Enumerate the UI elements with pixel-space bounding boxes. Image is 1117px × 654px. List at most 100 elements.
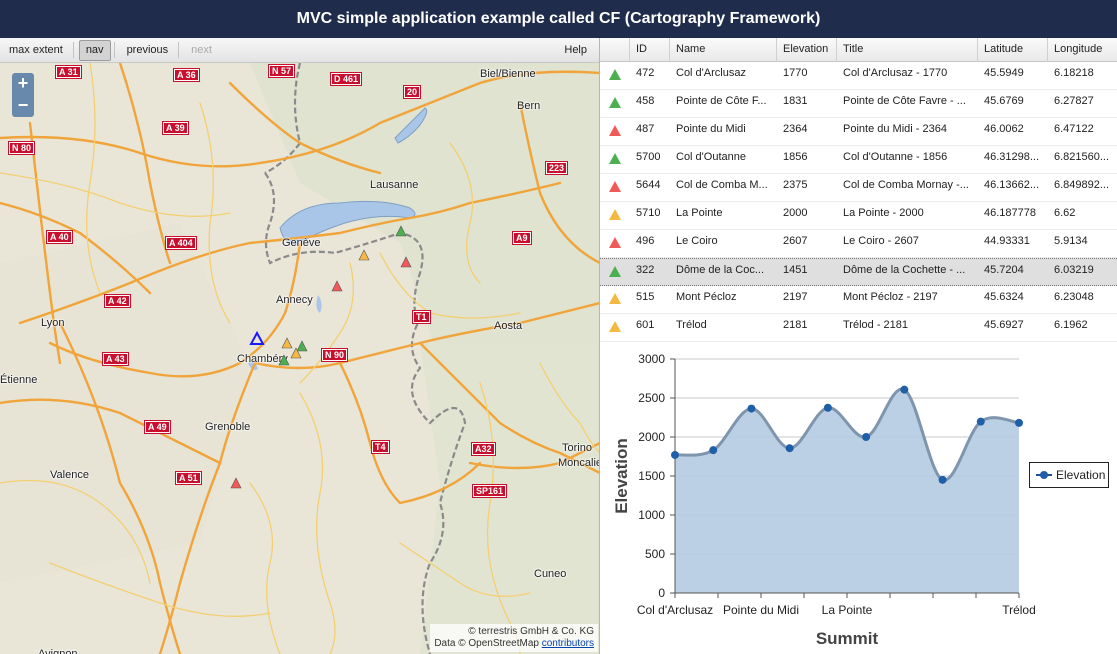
cell-elevation: 2607 bbox=[783, 235, 808, 247]
cell-title: Trélod - 2181 bbox=[843, 319, 909, 331]
cell-id: 472 bbox=[636, 67, 655, 79]
app-title: MVC simple application example called CF… bbox=[296, 10, 821, 27]
elevation-point[interactable] bbox=[938, 475, 947, 484]
grid-header-id[interactable]: ID bbox=[630, 38, 670, 62]
selected-summit-marker-icon[interactable] bbox=[249, 330, 265, 345]
y-tick-label: 2000 bbox=[638, 430, 665, 444]
cell-elevation: 1770 bbox=[783, 67, 808, 79]
summit-marker-icon[interactable] bbox=[230, 477, 242, 489]
grid-header-name[interactable]: Name bbox=[670, 38, 777, 62]
map-canvas[interactable]: Biel/Bienne Bern Lausanne Genève Annecy Lyon C… bbox=[0, 63, 599, 654]
elevation-point[interactable] bbox=[671, 450, 679, 459]
cell-latitude: 45.5949 bbox=[984, 67, 1024, 79]
table-row[interactable]: 496 Le Coiro 2607 Le Coiro - 2607 44.93331 5.… bbox=[600, 230, 1117, 258]
elevation-point[interactable] bbox=[747, 404, 756, 413]
nav-button[interactable]: nav bbox=[78, 39, 111, 61]
cell-id: 487 bbox=[636, 123, 655, 135]
y-axis-title: Elevation bbox=[612, 438, 631, 514]
cell-name: Le Coiro bbox=[676, 235, 718, 247]
chart-legend[interactable]: Elevation bbox=[1029, 462, 1109, 488]
cell-title: Col d'Outanne - 1856 bbox=[843, 151, 948, 163]
grid-header-elevation[interactable]: Elevation bbox=[777, 38, 837, 62]
summit-markers-layer bbox=[230, 225, 412, 489]
elevation-point[interactable] bbox=[976, 417, 985, 426]
row-icon-cell bbox=[600, 230, 630, 257]
cell-title: Pointe de Côte Favre - ... bbox=[843, 95, 966, 107]
cell-latitude: 46.31298... bbox=[984, 151, 1040, 163]
summit-triangle-icon bbox=[609, 293, 621, 304]
map-panel: max extent nav previous next Help Biel/B… bbox=[0, 38, 600, 654]
cell-name: Col d'Outanne bbox=[676, 151, 746, 163]
row-icon-cell bbox=[600, 62, 630, 89]
grid-header-title[interactable]: Title bbox=[837, 38, 978, 62]
cell-longitude: 6.23048 bbox=[1054, 291, 1094, 303]
summit-grid: ID Name Elevation Title Latitude Longitu… bbox=[600, 38, 1117, 342]
y-tick-label: 0 bbox=[658, 586, 665, 600]
elevation-point[interactable] bbox=[785, 444, 794, 453]
x-axis-title: Summit bbox=[816, 629, 879, 648]
cell-elevation: 1831 bbox=[783, 95, 808, 107]
help-button[interactable]: Help bbox=[557, 40, 594, 61]
table-row[interactable]: 5644 Col de Comba M... 2375 Col de Comba Mo… bbox=[600, 174, 1117, 202]
summit-marker-icon[interactable] bbox=[278, 354, 290, 366]
row-icon-cell bbox=[600, 314, 630, 341]
table-row[interactable]: 601 Trélod 2181 Trélod - 2181 45.6927 6.1962 bbox=[600, 314, 1117, 342]
elevation-point[interactable] bbox=[709, 446, 718, 455]
cell-id: 496 bbox=[636, 235, 655, 247]
summit-marker-icon[interactable] bbox=[296, 340, 308, 352]
cell-elevation: 2364 bbox=[783, 123, 808, 135]
table-row[interactable]: 5710 La Pointe 2000 La Pointe - 2000 46.1877… bbox=[600, 202, 1117, 230]
cell-longitude: 5.9134 bbox=[1054, 235, 1088, 247]
summit-marker-icon[interactable] bbox=[395, 225, 407, 237]
cell-longitude: 6.18218 bbox=[1054, 67, 1094, 79]
cell-longitude: 6.821560... bbox=[1054, 151, 1110, 163]
grid-header-longitude[interactable]: Longitude bbox=[1048, 38, 1117, 62]
summit-marker-icon[interactable] bbox=[331, 280, 343, 292]
elevation-point[interactable] bbox=[862, 433, 871, 441]
cell-latitude: 45.6324 bbox=[984, 291, 1024, 303]
elevation-point[interactable] bbox=[823, 403, 832, 412]
grid-header-latitude[interactable]: Latitude bbox=[978, 38, 1048, 62]
cell-id: 5644 bbox=[636, 179, 661, 191]
zoom-in-button[interactable]: + bbox=[12, 73, 34, 95]
toolbar-separator bbox=[113, 42, 115, 58]
cell-id: 5710 bbox=[636, 207, 661, 219]
cell-name: Mont Pécloz bbox=[676, 291, 737, 303]
summit-triangle-icon bbox=[609, 69, 621, 80]
legend-series-swatch bbox=[1036, 470, 1052, 480]
table-row[interactable]: 5700 Col d'Outanne 1856 Col d'Outanne - 185… bbox=[600, 146, 1117, 174]
row-icon-cell bbox=[600, 286, 630, 313]
attribution-contributors-link[interactable]: contributors bbox=[542, 638, 594, 649]
summit-marker-icon[interactable] bbox=[400, 256, 412, 268]
cell-longitude: 6.03219 bbox=[1054, 264, 1094, 276]
summit-triangle-icon bbox=[609, 321, 621, 332]
elevation-point[interactable] bbox=[1015, 418, 1023, 427]
cell-latitude: 45.6927 bbox=[984, 319, 1024, 331]
cell-elevation: 2181 bbox=[783, 319, 808, 331]
cell-title: Mont Pécloz - 2197 bbox=[843, 291, 938, 303]
cell-longitude: 6.849892... bbox=[1054, 179, 1110, 191]
summit-marker-icon[interactable] bbox=[358, 249, 370, 261]
summit-triangle-icon bbox=[609, 125, 621, 136]
grid-header-icon[interactable] bbox=[600, 38, 630, 62]
zoom-out-button[interactable]: − bbox=[12, 95, 34, 117]
cell-latitude: 44.93331 bbox=[984, 235, 1030, 247]
table-row[interactable]: 515 Mont Pécloz 2197 Mont Pécloz - 2197 45.6… bbox=[600, 286, 1117, 314]
cell-title: La Pointe - 2000 bbox=[843, 207, 924, 219]
max-extent-button[interactable]: max extent bbox=[2, 40, 70, 61]
cell-name: Col de Comba M... bbox=[676, 179, 768, 191]
elevation-point[interactable] bbox=[900, 385, 909, 394]
grid-body: 472 Col d'Arclusaz 1770 Col d'Arclusaz - 17… bbox=[600, 62, 1117, 342]
summit-triangle-icon bbox=[609, 237, 621, 248]
summit-marker-icon[interactable] bbox=[281, 337, 293, 349]
table-row[interactable]: 458 Pointe de Côte F... 1831 Pointe de Côte… bbox=[600, 90, 1117, 118]
table-row[interactable]: 322 Dôme de la Coc... 1451 Dôme de la Coche… bbox=[600, 258, 1117, 286]
map-toolbar: max extent nav previous next Help bbox=[0, 38, 599, 63]
cell-title: Pointe du Midi - 2364 bbox=[843, 123, 947, 135]
cell-name: Trélod bbox=[676, 319, 707, 331]
table-row[interactable]: 472 Col d'Arclusaz 1770 Col d'Arclusaz - 17… bbox=[600, 62, 1117, 90]
next-button[interactable]: next bbox=[184, 40, 219, 61]
previous-button[interactable]: previous bbox=[120, 40, 176, 61]
table-row[interactable]: 487 Pointe du Midi 2364 Pointe du Midi - 23… bbox=[600, 118, 1117, 146]
row-icon-cell bbox=[600, 146, 630, 173]
